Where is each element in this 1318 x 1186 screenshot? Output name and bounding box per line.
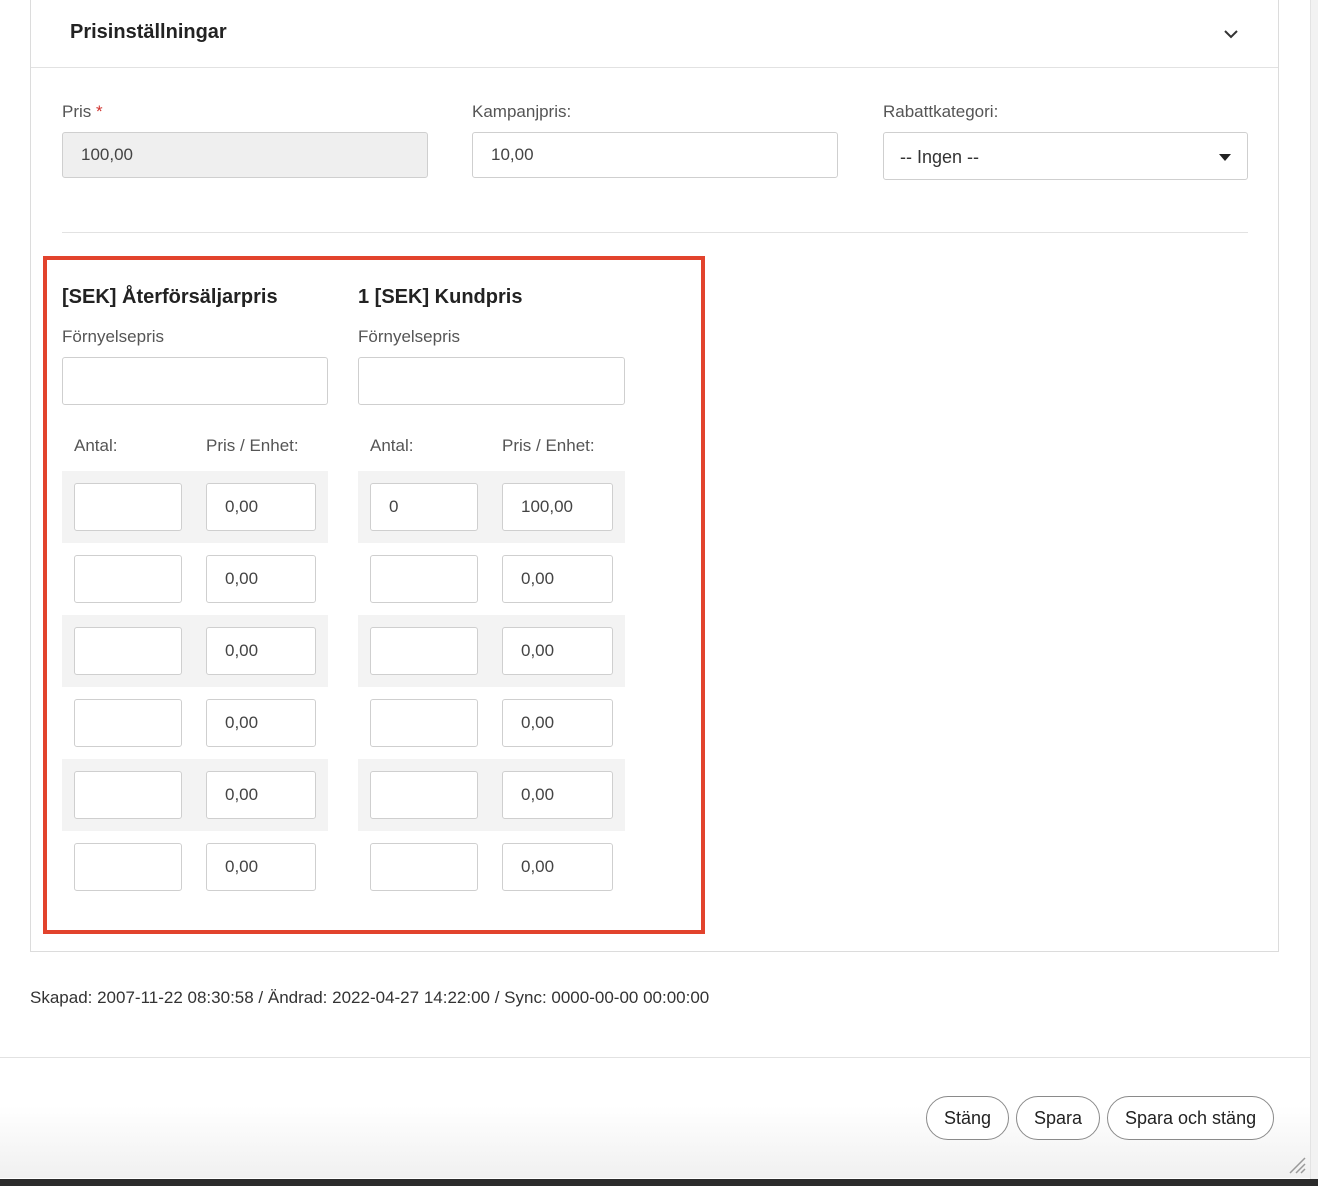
save-button[interactable]: Spara	[1016, 1096, 1101, 1140]
reseller-unit-price-input[interactable]	[206, 627, 316, 675]
reseller-renewal-label: Förnyelsepris	[62, 327, 165, 346]
reseller-price-title: [SEK] Återförsäljarpris	[62, 286, 278, 308]
reseller-unit-price-input[interactable]	[206, 843, 316, 891]
customer-unit-price-input[interactable]	[502, 843, 613, 891]
reseller-qty-input[interactable]	[74, 627, 182, 675]
customer-qty-input[interactable]	[370, 627, 478, 675]
discount-category-label: Rabattkategori:	[883, 102, 999, 121]
required-marker: *	[96, 102, 103, 121]
customer-unit-price-header: Pris / Enhet:	[502, 436, 595, 455]
customer-price-title: 1 [SEK] Kundpris	[358, 286, 523, 308]
customer-qty-input[interactable]	[370, 483, 478, 531]
panel-header[interactable]: Prisinställningar	[31, 0, 1278, 68]
reseller-unit-price-input[interactable]	[206, 555, 316, 603]
customer-unit-price-input[interactable]	[502, 555, 613, 603]
record-metadata: Skapad: 2007-11-22 08:30:58 / Ändrad: 20…	[30, 988, 710, 1007]
customer-qty-input[interactable]	[370, 555, 478, 603]
customer-unit-price-input[interactable]	[502, 627, 613, 675]
reseller-qty-input[interactable]	[74, 483, 182, 531]
scrollbar[interactable]	[1310, 0, 1318, 1186]
price-input[interactable]	[62, 132, 428, 178]
campaign-price-label: Kampanjpris:	[472, 102, 572, 121]
price-label: Pris *	[62, 102, 103, 121]
campaign-price-input[interactable]	[472, 132, 838, 178]
customer-unit-price-input[interactable]	[502, 483, 613, 531]
resize-handle-icon[interactable]	[1286, 1154, 1306, 1174]
chevron-down-icon[interactable]	[1221, 24, 1241, 44]
window-bottom-edge	[0, 1179, 1318, 1186]
divider	[62, 232, 1248, 233]
customer-renewal-label: Förnyelsepris	[358, 327, 461, 346]
price-settings-panel: Prisinställningar Pris * Kampanjpris: Ra…	[30, 0, 1279, 952]
customer-unit-price-input[interactable]	[502, 771, 613, 819]
reseller-qty-input[interactable]	[74, 555, 182, 603]
reseller-qty-input[interactable]	[74, 771, 182, 819]
reseller-qty-header: Antal:	[74, 436, 118, 455]
customer-renewal-input[interactable]	[358, 357, 625, 405]
customer-qty-input[interactable]	[370, 843, 478, 891]
customer-qty-input[interactable]	[370, 699, 478, 747]
caret-down-icon	[1219, 154, 1231, 161]
customer-qty-header: Antal:	[370, 436, 414, 455]
reseller-unit-price-input[interactable]	[206, 483, 316, 531]
customer-unit-price-input[interactable]	[502, 699, 613, 747]
reseller-unit-price-header: Pris / Enhet:	[206, 436, 299, 455]
reseller-qty-input[interactable]	[74, 699, 182, 747]
customer-qty-input[interactable]	[370, 771, 478, 819]
reseller-unit-price-input[interactable]	[206, 771, 316, 819]
reseller-renewal-input[interactable]	[62, 357, 328, 405]
discount-category-select[interactable]: -- Ingen --	[883, 132, 1248, 180]
save-and-close-button[interactable]: Spara och stäng	[1107, 1096, 1275, 1140]
discount-category-value: -- Ingen --	[900, 147, 980, 167]
close-button[interactable]: Stäng	[926, 1096, 1010, 1140]
reseller-qty-input[interactable]	[74, 843, 182, 891]
panel-title: Prisinställningar	[70, 21, 227, 43]
reseller-unit-price-input[interactable]	[206, 699, 316, 747]
